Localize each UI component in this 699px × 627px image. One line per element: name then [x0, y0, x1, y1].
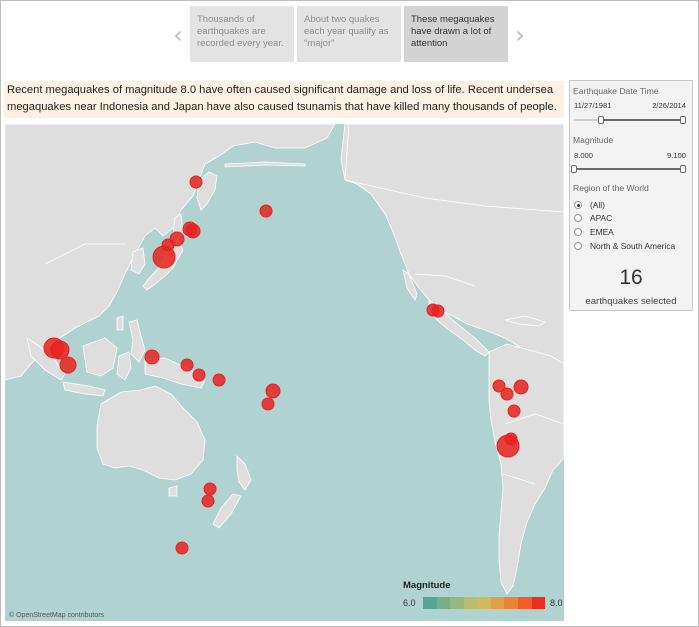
region-option-label: (All) — [590, 200, 605, 210]
land-aleutians — [224, 161, 306, 168]
legend-color-bar — [423, 597, 546, 609]
date-slider-fill — [600, 119, 686, 121]
land-taiwan — [116, 315, 124, 331]
quake-marker-15 — [265, 383, 281, 399]
quake-marker-22 — [507, 404, 521, 418]
magnitude-legend: Magnitude 6.0 8.0 — [403, 580, 563, 620]
quake-marker-9 — [50, 340, 70, 360]
radio-apac[interactable] — [574, 214, 582, 222]
story-point-1[interactable]: Thousands of earthquakes are recorded ev… — [190, 6, 294, 62]
date-filter-min: 11/27/1981 — [574, 101, 612, 110]
magnitude-range-slider[interactable] — [571, 165, 686, 173]
legend-swatch-8 — [517, 597, 532, 609]
region-option-emea[interactable]: EMEA — [574, 226, 614, 238]
magnitude-filter-title: Magnitude — [573, 135, 614, 145]
region-option-label: North & South America — [590, 241, 676, 251]
legend-title: Magnitude — [403, 580, 451, 591]
quake-marker-26 — [201, 494, 215, 508]
date-range-slider[interactable] — [574, 116, 686, 124]
quake-marker-10 — [59, 356, 77, 374]
radio-all[interactable] — [574, 201, 582, 209]
quake-marker-27 — [175, 541, 189, 555]
legend-swatch-7 — [504, 597, 518, 609]
quake-marker-13 — [192, 368, 206, 382]
quake-marker-12 — [180, 358, 194, 372]
region-option-apac[interactable]: APAC — [574, 212, 612, 224]
quake-marker-18 — [431, 304, 445, 318]
region-option-americas[interactable]: North & South America — [574, 240, 675, 252]
quake-marker-11 — [144, 349, 160, 365]
quake-marker-16 — [261, 397, 275, 411]
earthquake-map[interactable]: © OpenStreetMap contributors Magnitude 6… — [5, 124, 564, 621]
land-borneo — [82, 337, 118, 377]
earthquake-count-label: earthquakes selected — [585, 296, 677, 307]
land-korea — [130, 247, 146, 275]
land-philippines — [128, 319, 146, 363]
land-sulawesi — [116, 351, 132, 381]
land-tasmania — [168, 485, 178, 497]
magnitude-slider-high-handle[interactable] — [680, 165, 686, 173]
story-point-2[interactable]: About two quakes each year qualify as "m… — [297, 6, 401, 62]
quake-marker-7 — [152, 245, 176, 269]
radio-americas[interactable] — [574, 242, 582, 250]
land-java — [62, 381, 106, 397]
legend-swatch-4 — [463, 597, 478, 609]
next-story-arrow-icon[interactable]: › — [510, 22, 530, 48]
earthquake-count: 16 — [619, 266, 643, 289]
legend-min: 6.0 — [403, 598, 416, 608]
region-option-label: APAC — [590, 213, 613, 223]
legend-swatch-2 — [436, 597, 451, 609]
radio-emea[interactable] — [574, 228, 582, 236]
story-point-3[interactable]: These megaquakes have drawn a lot of att… — [404, 6, 508, 62]
region-filter-title: Region of the World — [573, 183, 649, 193]
legend-swatch-5 — [477, 597, 491, 609]
quake-marker-1 — [189, 175, 203, 189]
date-slider-high-handle[interactable] — [680, 116, 686, 124]
previous-story-arrow-icon[interactable]: ‹ — [168, 22, 188, 48]
quake-marker-2 — [259, 204, 273, 218]
legend-max: 8.0 — [550, 598, 563, 608]
region-option-all[interactable]: (All) — [574, 199, 605, 211]
quake-marker-25 — [203, 482, 217, 496]
land-australia — [96, 385, 206, 481]
magnitude-filter-min: 8.000 — [574, 151, 594, 160]
legend-swatch-1 — [423, 597, 437, 609]
quake-marker-20 — [513, 379, 529, 395]
quake-marker-4 — [185, 223, 201, 239]
legend-swatch-6 — [490, 597, 505, 609]
legend-swatch-9 — [531, 597, 546, 609]
quake-marker-21 — [500, 387, 514, 401]
osm-attribution: © OpenStreetMap contributors — [9, 612, 105, 619]
filter-panel: Earthquake Date Time 11/27/1981 2/26/201… — [569, 80, 693, 311]
date-filter-title: Earthquake Date Time — [573, 86, 659, 96]
landmasses — [5, 124, 564, 595]
magnitude-slider-fill — [574, 168, 686, 170]
magnitude-filter-max: 9.100 — [666, 151, 686, 160]
land-new-zealand-north — [236, 455, 252, 491]
legend-swatch-3 — [450, 597, 464, 609]
land-new-zealand-south — [212, 493, 242, 529]
date-slider-low-handle[interactable] — [597, 116, 604, 124]
region-option-label: EMEA — [590, 227, 614, 237]
magnitude-slider-low-handle[interactable] — [571, 165, 577, 173]
quake-marker-24 — [496, 434, 520, 458]
map-svg — [5, 124, 564, 595]
quake-marker-14 — [212, 373, 226, 387]
date-filter-max: 2/26/2014 — [652, 101, 686, 110]
story-caption: Recent megaquakes of magnitude 8.0 have … — [4, 81, 564, 118]
